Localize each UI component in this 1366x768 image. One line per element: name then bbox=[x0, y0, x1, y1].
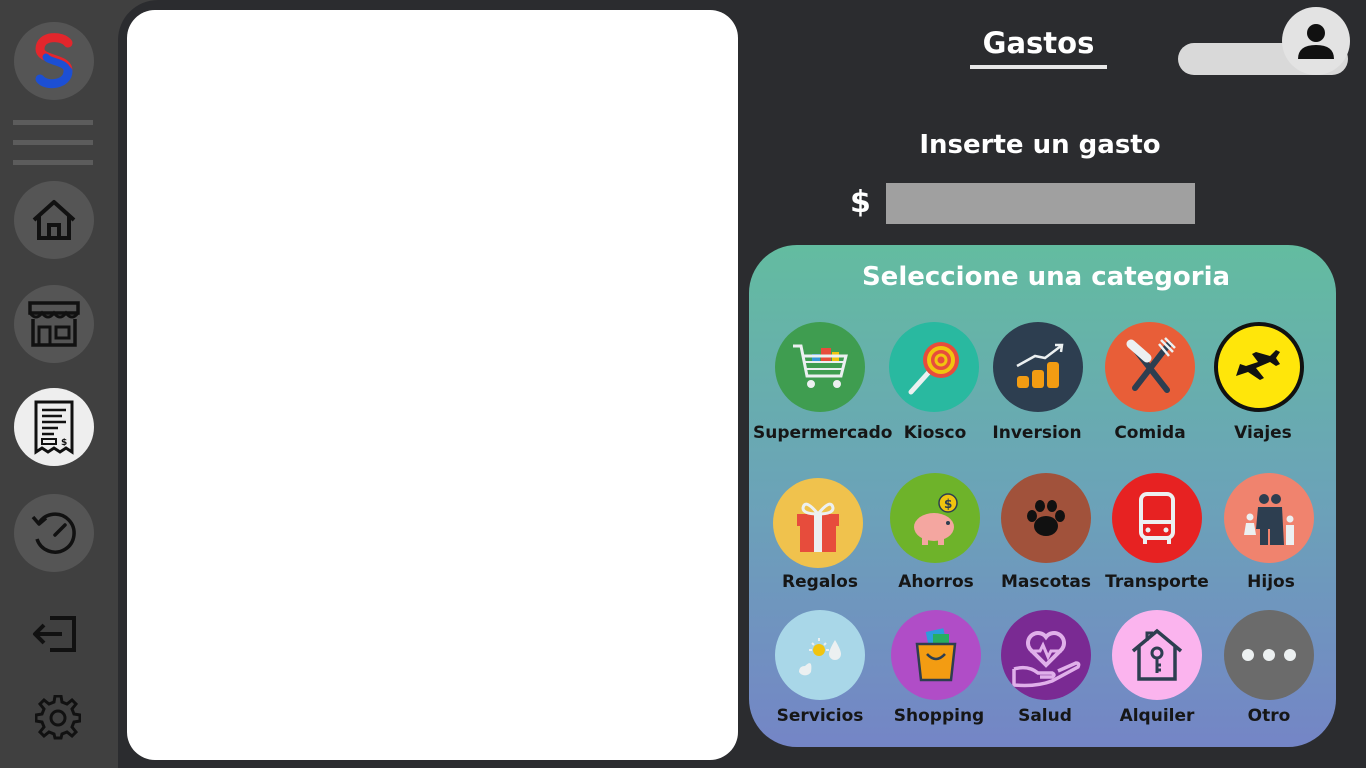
category-salud-label[interactable]: Salud bbox=[980, 706, 1110, 726]
page-title: Gastos bbox=[982, 26, 1095, 60]
nav-expenses-button[interactable]: $ bbox=[14, 388, 94, 466]
category-supermercado-button[interactable] bbox=[775, 322, 865, 412]
category-otro-button[interactable] bbox=[1224, 610, 1314, 700]
amount-input[interactable] bbox=[886, 183, 1195, 224]
brand-s-logo-icon bbox=[35, 33, 73, 89]
settings-button[interactable] bbox=[34, 694, 82, 742]
category-inversion-label[interactable]: Inversion bbox=[972, 423, 1102, 443]
category-transporte-button[interactable] bbox=[1112, 473, 1202, 563]
currency-symbol: $ bbox=[850, 185, 871, 220]
insert-expense-label: Inserte un gasto bbox=[919, 130, 1161, 160]
category-ahorros-button[interactable]: $ bbox=[890, 473, 980, 563]
category-servicios-button[interactable] bbox=[775, 610, 865, 700]
svg-text:$: $ bbox=[944, 497, 952, 511]
nav-history-button[interactable] bbox=[14, 494, 94, 572]
more-dots-icon bbox=[1242, 649, 1296, 661]
category-alquiler-label[interactable]: Alquiler bbox=[1092, 706, 1222, 726]
logout-button[interactable] bbox=[28, 612, 80, 656]
category-regalos-label[interactable]: Regalos bbox=[755, 572, 885, 592]
shopping-cart-icon bbox=[793, 344, 848, 388]
category-title: Seleccione una categoria bbox=[861, 262, 1231, 292]
category-salud-button[interactable] bbox=[1001, 610, 1091, 700]
category-shopping-button[interactable] bbox=[891, 610, 981, 700]
category-inversion-button[interactable] bbox=[993, 322, 1083, 412]
category-regalos-button[interactable] bbox=[773, 478, 863, 568]
gift-icon bbox=[797, 502, 839, 552]
category-supermercado-label[interactable]: Supermercado bbox=[753, 423, 892, 443]
home-icon bbox=[32, 200, 76, 240]
category-servicios-label[interactable]: Servicios bbox=[755, 706, 885, 726]
category-viajes-label[interactable]: Viajes bbox=[1198, 423, 1328, 443]
piggy-bank-icon: $ bbox=[914, 493, 958, 545]
receipt-icon: $ bbox=[34, 400, 74, 455]
history-icon bbox=[31, 512, 76, 554]
category-alquiler-button[interactable] bbox=[1112, 610, 1202, 700]
airplane-icon bbox=[1236, 350, 1280, 380]
app-logo[interactable] bbox=[14, 22, 94, 100]
knife-fork-icon bbox=[1126, 337, 1176, 393]
house-key-icon bbox=[1131, 628, 1183, 681]
category-viajes-button[interactable] bbox=[1214, 322, 1304, 412]
store-icon bbox=[28, 301, 80, 347]
category-otro-label[interactable]: Otro bbox=[1204, 706, 1334, 726]
shopping-bag-icon bbox=[915, 628, 957, 682]
menu-icon[interactable] bbox=[13, 120, 93, 168]
lollipop-icon bbox=[908, 342, 959, 395]
health-heart-icon bbox=[1012, 631, 1081, 688]
nav-home-button[interactable] bbox=[14, 181, 94, 259]
title-underline bbox=[970, 65, 1107, 69]
user-avatar-button[interactable] bbox=[1282, 7, 1350, 75]
category-transporte-label[interactable]: Transporte bbox=[1092, 572, 1222, 592]
svg-text:$: $ bbox=[61, 438, 67, 448]
sidebar: $ bbox=[0, 0, 108, 768]
category-hijos-button[interactable] bbox=[1224, 473, 1314, 563]
logout-icon bbox=[33, 616, 76, 652]
user-icon bbox=[1298, 24, 1334, 59]
gear-icon bbox=[35, 695, 81, 740]
category-kiosco-button[interactable] bbox=[889, 322, 979, 412]
family-icon bbox=[1244, 494, 1294, 545]
category-comida-label[interactable]: Comida bbox=[1085, 423, 1215, 443]
category-comida-button[interactable] bbox=[1105, 322, 1195, 412]
bus-icon bbox=[1139, 492, 1175, 544]
content-card bbox=[127, 10, 738, 760]
utilities-icon bbox=[799, 638, 841, 676]
category-hijos-label[interactable]: Hijos bbox=[1206, 572, 1336, 592]
category-mascotas-button[interactable] bbox=[1001, 473, 1091, 563]
paw-icon bbox=[1027, 500, 1065, 536]
investment-chart-icon bbox=[1016, 343, 1064, 388]
nav-store-button[interactable] bbox=[14, 285, 94, 363]
